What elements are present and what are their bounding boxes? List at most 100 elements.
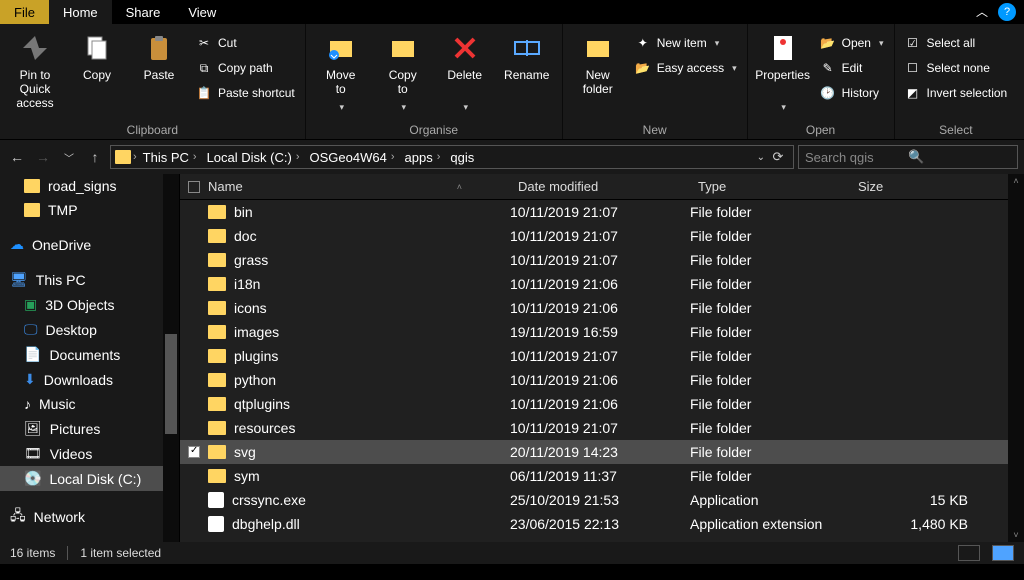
3d-objects-icon: ▣ [24,296,37,313]
table-row[interactable]: i18n10/11/2019 21:06File folder [180,272,1008,296]
breadcrumb[interactable]: › This PC› Local Disk (C:)› OSGeo4W64› a… [110,145,794,169]
copy-icon [81,32,113,64]
table-row[interactable]: grass10/11/2019 21:07File folder [180,248,1008,272]
nav-item-road-signs[interactable]: road_signs [0,174,179,198]
nav-item-desktop[interactable]: 🖵Desktop [0,317,179,342]
copy-to-label: Copy to [389,68,417,96]
up-button[interactable]: ↑ [84,149,106,165]
nav-item-downloads[interactable]: ⬇Downloads [0,367,179,392]
folder-icon [208,373,226,387]
cut-button[interactable]: ✂ Cut [192,32,299,54]
delete-icon [449,32,481,64]
table-row[interactable]: qtplugins10/11/2019 21:06File folder [180,392,1008,416]
ribbon: Pin to Quick access Copy Paste ✂ Cut ⧉ C… [0,24,1024,140]
nav-item-3d-objects[interactable]: ▣3D Objects [0,292,179,317]
history-button[interactable]: 🕑 History [816,82,888,104]
delete-button[interactable]: Delete▾ [436,28,494,114]
file-type: File folder [690,420,751,436]
table-row[interactable]: images19/11/2019 16:59File folder [180,320,1008,344]
search-input[interactable]: Search qgis 🔍 [798,145,1018,169]
column-size[interactable]: Size [858,179,883,194]
folder-icon [24,179,40,193]
table-row[interactable]: doc10/11/2019 21:07File folder [180,224,1008,248]
breadcrumb-item[interactable]: OSGeo4W64› [306,150,399,165]
group-select: ☑ Select all ☐ Select none ◩ Invert sele… [895,24,1018,139]
rename-button[interactable]: Rename [498,28,556,96]
breadcrumb-item[interactable]: This PC› [139,150,201,165]
nav-item-music[interactable]: ♪Music [0,392,179,416]
group-clipboard: Pin to Quick access Copy Paste ✂ Cut ⧉ C… [0,24,306,139]
new-folder-button[interactable]: New folder [569,28,627,96]
column-date[interactable]: Date modified [518,179,598,194]
collapse-ribbon-icon[interactable]: ︿ [976,0,998,24]
file-type: File folder [690,204,751,220]
videos-icon: 🎞 [24,445,42,462]
tab-file[interactable]: File [0,0,49,24]
new-item-button[interactable]: ✦ New item▾ [631,32,741,54]
nav-item-tmp[interactable]: TMP [0,198,179,222]
file-date: 06/11/2019 11:37 [510,468,617,484]
column-type[interactable]: Type [698,179,726,194]
nav-item-onedrive[interactable]: ☁OneDrive [0,232,179,257]
edit-button[interactable]: ✎ Edit [816,57,888,79]
breadcrumb-dropdown-icon[interactable]: ⌄ [757,152,765,163]
address-bar: ← → ﹀ ↑ › This PC› Local Disk (C:)› OSGe… [0,140,1024,174]
breadcrumb-item[interactable]: qgis [446,150,478,165]
nav-scrollbar[interactable] [163,174,179,542]
file-name: resources [234,420,295,436]
nav-item-network[interactable]: 🖧Network [0,501,179,533]
list-scrollbar[interactable]: ˄˅ [1008,174,1024,542]
documents-icon: 📄 [24,346,41,363]
pin-to-quick-access-button[interactable]: Pin to Quick access [6,28,64,110]
nav-item-documents[interactable]: 📄Documents [0,342,179,367]
file-name: qtplugins [234,396,290,412]
select-none-icon: ☐ [905,60,921,76]
paste-button[interactable]: Paste [130,28,188,96]
new-folder-icon [582,32,614,64]
tab-view[interactable]: View [174,0,230,24]
invert-selection-button[interactable]: ◩ Invert selection [901,82,1012,104]
paste-shortcut-button[interactable]: 📋 Paste shortcut [192,82,299,104]
table-row[interactable]: icons10/11/2019 21:06File folder [180,296,1008,320]
table-row[interactable]: bin10/11/2019 21:07File folder [180,200,1008,224]
tab-home[interactable]: Home [49,0,112,24]
view-details-button[interactable] [958,545,980,561]
easy-access-button[interactable]: 📂 Easy access▾ [631,57,741,79]
open-button[interactable]: 📂 Open▾ [816,32,888,54]
select-none-button[interactable]: ☐ Select none [901,57,1012,79]
recent-locations-button[interactable]: ﹀ [58,150,80,165]
breadcrumb-item[interactable]: Local Disk (C:)› [203,150,304,165]
table-row[interactable]: sym06/11/2019 11:37File folder [180,464,1008,488]
copy-button[interactable]: Copy [68,28,126,96]
table-row[interactable]: svg20/11/2019 14:23File folder [180,440,1008,464]
breadcrumb-item[interactable]: apps› [401,150,445,165]
forward-button[interactable]: → [32,149,54,165]
table-row[interactable]: python10/11/2019 21:06File folder [180,368,1008,392]
table-row[interactable]: resources10/11/2019 21:07File folder [180,416,1008,440]
row-checkbox[interactable] [188,446,200,458]
nav-item-videos[interactable]: 🎞Videos [0,441,179,466]
nav-item-this-pc[interactable]: 🖥This PC [0,267,179,292]
table-row[interactable]: plugins10/11/2019 21:07File folder [180,344,1008,368]
folder-icon [208,325,226,339]
properties-button[interactable]: Properties▾ [754,28,812,114]
select-all-button[interactable]: ☑ Select all [901,32,1012,54]
nav-item-local-disk[interactable]: 💽Local Disk (C:) [0,466,179,491]
copy-path-button[interactable]: ⧉ Copy path [192,57,299,79]
copy-to-icon [387,32,419,64]
back-button[interactable]: ← [6,149,28,165]
nav-item-pictures[interactable]: 🖼Pictures [0,416,179,441]
tab-share[interactable]: Share [112,0,175,24]
folder-icon [208,469,226,483]
help-icon[interactable]: ? [998,3,1016,21]
table-row[interactable]: dbghelp.dll23/06/2015 22:13Application e… [180,512,1008,536]
properties-label: Properties [755,68,810,96]
view-large-icons-button[interactable] [992,545,1014,561]
move-to-button[interactable]: Move to▾ [312,28,370,114]
refresh-button[interactable]: ⟳ [767,149,789,165]
select-all-checkbox[interactable] [188,181,200,193]
column-name[interactable]: Name [208,179,243,194]
table-row[interactable]: crssync.exe25/10/2019 21:53Application15… [180,488,1008,512]
copy-to-button[interactable]: Copy to▾ [374,28,432,114]
file-type: File folder [690,300,751,316]
